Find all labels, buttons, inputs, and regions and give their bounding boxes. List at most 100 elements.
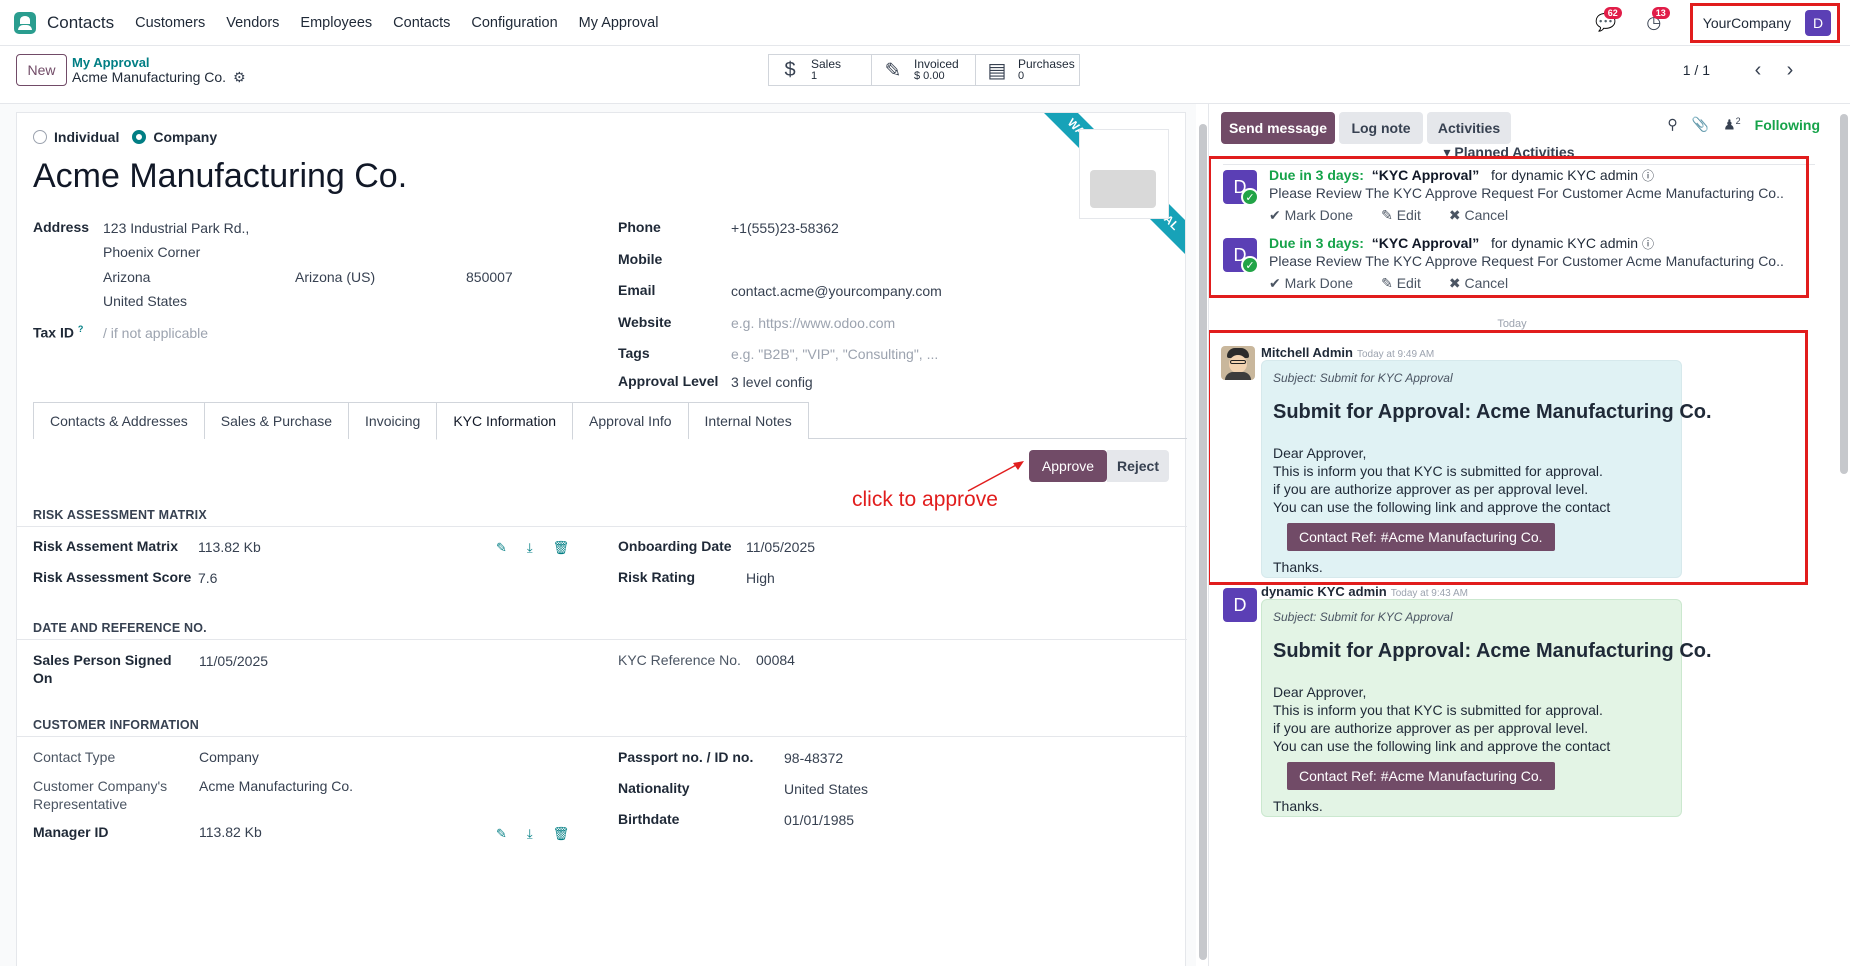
edit-button[interactable]: ✎ Edit: [1381, 207, 1435, 224]
invoiced-smart-button[interactable]: ✎ Invoiced $ 0.00: [872, 54, 976, 86]
sales-smart-button[interactable]: $ Sales 1: [768, 54, 872, 86]
chatter-panel: Send message Log note Activities ⚲ 📎 ♟2 …: [1208, 104, 1850, 966]
purchases-smart-button[interactable]: ▤ Purchases 0: [976, 54, 1080, 86]
contact-ref-button[interactable]: Contact Ref: #Acme Manufacturing Co.: [1287, 523, 1555, 551]
dollar-icon: $: [784, 58, 796, 81]
street-field[interactable]: 123 Industrial Park Rd.,: [103, 220, 249, 236]
message-author[interactable]: Mitchell Admin Today at 9:49 AM: [1261, 345, 1434, 360]
following-button[interactable]: Following: [1755, 117, 1820, 133]
log-note-button[interactable]: Log note: [1339, 112, 1423, 144]
annotation-arrow-icon: [967, 461, 1024, 492]
search-icon[interactable]: ⚲: [1667, 116, 1677, 133]
sales-signed-field[interactable]: 11/05/2025: [199, 653, 268, 669]
onboarding-date-field[interactable]: 11/05/2025: [746, 539, 815, 555]
tab-sales-purchase[interactable]: Sales & Purchase: [203, 402, 350, 439]
chatter-scrollbar[interactable]: [1840, 114, 1848, 960]
download-icon[interactable]: ⤓: [527, 826, 533, 842]
pager-next-icon[interactable]: ›: [1776, 56, 1804, 84]
menu-configuration[interactable]: Configuration: [471, 15, 557, 31]
mark-done-button[interactable]: ✔ Mark Done: [1269, 275, 1367, 292]
reject-button[interactable]: Reject: [1107, 450, 1169, 482]
menu-employees[interactable]: Employees: [300, 15, 372, 31]
user-avatar[interactable]: D: [1805, 10, 1831, 36]
notebook-tabs: Contacts & Addresses Sales & Purchase In…: [33, 402, 1187, 440]
cancel-button[interactable]: ✖ Cancel: [1449, 207, 1522, 224]
city-field[interactable]: Arizona: [103, 269, 150, 285]
manager-id-file[interactable]: 113.82 Kb: [199, 824, 262, 840]
paperclip-icon[interactable]: 📎: [1692, 116, 1709, 133]
phone-field[interactable]: +1(555)23-58362: [731, 220, 839, 236]
website-input[interactable]: e.g. https://www.odoo.com: [731, 315, 895, 331]
send-message-button[interactable]: Send message: [1221, 112, 1335, 144]
control-panel: New My Approval Acme Manufacturing Co. ⚙…: [0, 46, 1850, 104]
breadcrumb-parent[interactable]: My Approval: [72, 55, 150, 70]
gear-icon[interactable]: ⚙: [233, 69, 246, 86]
tab-invoicing[interactable]: Invoicing: [348, 402, 438, 439]
chatter-tools: ⚲ 📎 ♟2 Following: [1667, 116, 1820, 134]
manager-id-label: Manager ID: [33, 824, 109, 840]
download-icon[interactable]: ⤓: [527, 540, 533, 556]
message-line: You can use the following link and appro…: [1273, 738, 1611, 754]
company-image[interactable]: [1079, 129, 1169, 219]
menu-customers[interactable]: Customers: [135, 15, 205, 31]
passport-field[interactable]: 98-48372: [784, 750, 843, 766]
contact-ref-button[interactable]: Contact Ref: #Acme Manufacturing Co.: [1287, 762, 1555, 790]
zip-field[interactable]: 850007: [466, 269, 513, 285]
customer-section-title: CUSTOMER INFORMATION: [33, 718, 200, 732]
app-name[interactable]: Contacts: [47, 13, 114, 33]
approval-level-field[interactable]: 3 level config: [731, 374, 813, 390]
tab-internal-notes[interactable]: Internal Notes: [687, 402, 809, 439]
message-line: You can use the following link and appro…: [1273, 499, 1611, 515]
message-author[interactable]: dynamic KYC admin Today at 9:43 AM: [1261, 584, 1468, 599]
kyc-ref-field[interactable]: 00084: [756, 652, 795, 668]
edit-button[interactable]: ✎ Edit: [1381, 275, 1435, 292]
followers-icon[interactable]: ♟2: [1723, 116, 1741, 134]
approve-button[interactable]: Approve: [1029, 450, 1107, 482]
contacts-app-icon[interactable]: [14, 11, 36, 34]
nationality-label: Nationality: [618, 780, 690, 796]
activities-button[interactable]: Activities: [1427, 112, 1511, 144]
radio-individual[interactable]: [33, 130, 47, 144]
rep-field[interactable]: Acme Manufacturing Co.: [199, 778, 353, 794]
pencil-icon[interactable]: ✎: [496, 540, 507, 556]
tags-input[interactable]: e.g. "B2B", "VIP", "Consulting", ...: [731, 346, 938, 362]
pager-prev-icon[interactable]: ‹: [1744, 56, 1772, 84]
activity-heading: Due in 3 days: “KYC Approval” for dynami…: [1269, 235, 1654, 251]
phone-label: Phone: [618, 219, 661, 235]
activity-actions: ✔ Mark Done ✎ Edit ✖ Cancel: [1269, 275, 1536, 292]
messaging-button[interactable]: 💬 62: [1594, 7, 1622, 35]
tab-approval-info[interactable]: Approval Info: [572, 402, 689, 439]
contact-type-field[interactable]: Company: [199, 749, 259, 765]
nationality-field[interactable]: United States: [784, 781, 868, 797]
company-switcher[interactable]: YourCompany D: [1689, 3, 1840, 43]
risk-matrix-file[interactable]: 113.82 Kb: [198, 539, 261, 555]
pencil-icon[interactable]: ✎: [496, 826, 507, 842]
radio-company[interactable]: [132, 130, 147, 144]
mark-done-button[interactable]: ✔ Mark Done: [1269, 207, 1367, 224]
pager-value[interactable]: 1 / 1: [1683, 62, 1710, 78]
form-scrollbar[interactable]: [1199, 114, 1207, 960]
menu-vendors[interactable]: Vendors: [226, 15, 279, 31]
contact-type-label: Contact Type: [33, 749, 116, 765]
trash-icon[interactable]: 🗑: [553, 540, 570, 556]
cancel-button[interactable]: ✖ Cancel: [1449, 275, 1522, 292]
partner-name-field[interactable]: Acme Manufacturing Co.: [33, 157, 407, 196]
activity-description: Please Review The KYC Approve Request Fo…: [1269, 185, 1784, 201]
tab-kyc-information[interactable]: KYC Information: [436, 402, 574, 440]
company-name[interactable]: YourCompany: [1703, 15, 1791, 31]
street2-field[interactable]: Phoenix Corner: [103, 244, 200, 260]
email-field[interactable]: contact.acme@yourcompany.com: [731, 283, 942, 299]
country-field[interactable]: United States: [103, 293, 187, 309]
new-button[interactable]: New: [16, 54, 67, 86]
menu-my-approval[interactable]: My Approval: [579, 15, 659, 31]
activity-button[interactable]: ◷ 13: [1642, 7, 1670, 35]
state-field[interactable]: Arizona (US): [295, 269, 375, 285]
risk-score-field[interactable]: 7.6: [198, 570, 217, 586]
trash-icon[interactable]: 🗑: [553, 826, 570, 842]
tax-id-input[interactable]: / if not applicable: [103, 325, 208, 341]
risk-rating-field[interactable]: High: [746, 570, 775, 586]
birthdate-field[interactable]: 01/01/1985: [784, 812, 854, 828]
menu-contacts[interactable]: Contacts: [393, 15, 450, 31]
tab-contacts-addresses[interactable]: Contacts & Addresses: [33, 402, 205, 439]
mobile-label: Mobile: [618, 251, 663, 267]
